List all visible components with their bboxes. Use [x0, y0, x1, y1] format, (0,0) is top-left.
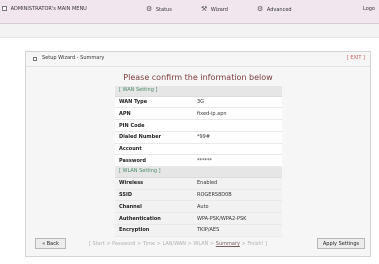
row-label: Authentication — [119, 215, 161, 222]
table-row: Channel Auto — [115, 201, 282, 214]
advanced-link[interactable]: ⚙ Advanced — [257, 6, 292, 14]
table-row: Dialed Number *99# — [115, 131, 282, 144]
table-row: Account — [115, 143, 282, 156]
sub-header-band — [0, 24, 379, 38]
row-value: ROGERS8D0B — [197, 192, 232, 199]
logout-label: Logo — [363, 6, 375, 12]
table-row: WAN Type 3G — [115, 96, 282, 109]
row-value: Auto — [197, 203, 209, 210]
panel-header: Setup Wizard - Summary [ EXIT ] — [26, 52, 370, 67]
main-menu-label: ADMINISTRATOR's MAIN MENU — [10, 6, 87, 12]
wizard-label: Wizard — [210, 7, 228, 13]
table-row: Wireless Enabled — [115, 177, 282, 190]
table-row: PIN Code — [115, 120, 282, 132]
row-value: ****** — [197, 157, 212, 164]
row-label: APN — [119, 110, 131, 117]
panel-title-icon — [33, 57, 37, 61]
wizard-link[interactable]: ⚒ Wizard — [201, 6, 228, 14]
advanced-icon: ⚙ — [257, 5, 264, 13]
row-value: 3G — [197, 99, 205, 105]
wan-section-header: [ WAN Setting ] — [115, 86, 282, 97]
wizard-icon: ⚒ — [201, 5, 208, 13]
row-value: fixed-ip.apn — [197, 110, 227, 117]
summary-table: [ WAN Setting ] WAN Type 3G APN fixed-ip… — [115, 86, 282, 237]
row-label: SSID — [119, 192, 132, 199]
row-label: Channel — [119, 203, 142, 210]
row-label: Wireless — [119, 180, 144, 187]
wizard-steps-breadcrumb: [ Start > Password > Time > LAN/WAN > WL… — [89, 241, 267, 247]
status-icon: ⚙ — [146, 5, 153, 13]
table-row: APN fixed-ip.apn — [115, 108, 282, 121]
row-value: *99# — [197, 134, 211, 141]
row-value: TKIP/AES — [197, 227, 220, 234]
row-value: Enabled — [197, 180, 218, 187]
row-value: WPA-PSK/WPA2-PSK — [197, 215, 247, 222]
row-label: Encryption — [119, 227, 150, 234]
status-label: Status — [155, 7, 172, 13]
exit-link[interactable]: [ EXIT ] — [347, 55, 365, 61]
apply-settings-button[interactable]: Apply Settings — [317, 238, 365, 249]
current-step-summary[interactable]: Summary — [216, 241, 240, 247]
row-label: Dialed Number — [119, 134, 162, 141]
confirm-heading: Please confirm the information below — [123, 73, 273, 82]
row-label: WAN Type — [119, 99, 148, 105]
row-label: Account — [119, 146, 142, 153]
wizard-footer: « Back [ Start > Password > Time > LAN/W… — [26, 238, 370, 252]
main-menu-link[interactable]: ADMINISTRATOR's MAIN MENU — [2, 6, 87, 13]
steps-suffix: > Finish! ] — [239, 241, 268, 247]
advanced-label: Advanced — [266, 7, 292, 13]
steps-prefix: [ Start > Password > Time > LAN/WAN > WL… — [89, 241, 216, 247]
table-row: Encryption TKIP/AES — [115, 224, 282, 237]
wlan-section-header: [ WLAN Setting ] — [115, 167, 282, 178]
row-label: PIN Code — [119, 122, 145, 129]
top-navigation-bar: ADMINISTRATOR's MAIN MENU ⚙ Status ⚒ Wiz… — [0, 0, 379, 24]
logout-link[interactable]: Logo — [363, 6, 375, 13]
row-label: Password — [119, 157, 146, 164]
table-row: Password ****** — [115, 155, 282, 168]
panel-title: Setup Wizard - Summary — [42, 55, 105, 61]
table-row: SSID ROGERS8D0B — [115, 189, 282, 202]
back-button[interactable]: « Back — [35, 238, 66, 249]
table-row: Authentication WPA-PSK/WPA2-PSK — [115, 213, 282, 225]
status-link[interactable]: ⚙ Status — [146, 6, 172, 14]
menu-icon — [2, 6, 7, 11]
wizard-summary-panel: Setup Wizard - Summary [ EXIT ] Please c… — [25, 51, 371, 257]
